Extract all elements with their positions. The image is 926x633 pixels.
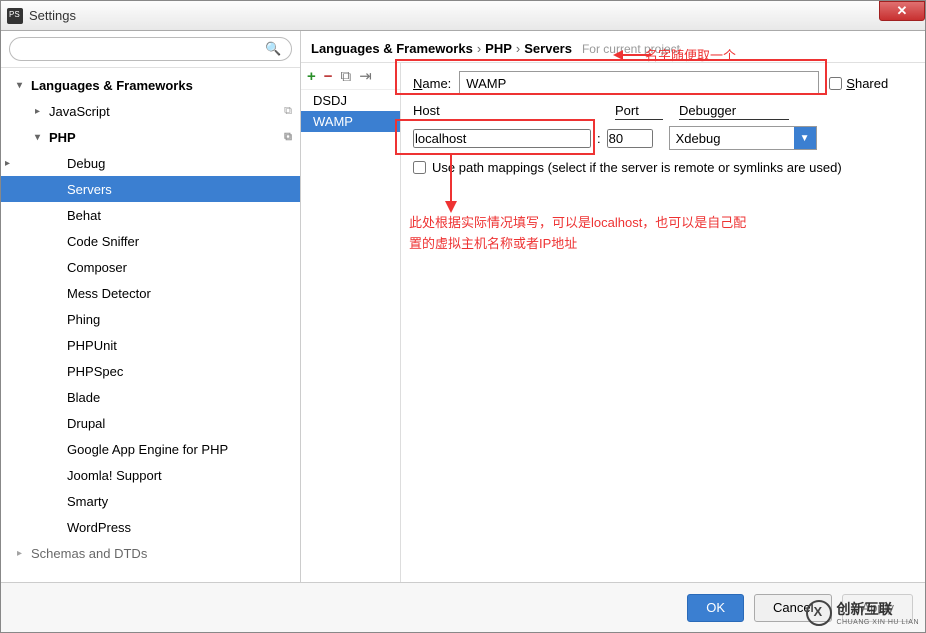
tree-label: Smarty [67,494,108,509]
tree-item[interactable]: Smarty [1,488,300,514]
name-row: Name: Shared [413,71,913,95]
search-icon: 🔍 [265,41,281,57]
chevron-right-icon: ▸ [35,106,45,117]
breadcrumb: Languages & Frameworks › PHP › Servers F… [301,31,925,62]
copy-icon: ⧉ [284,131,292,144]
tree-label: Servers [67,182,112,197]
tree-label: Blade [67,390,100,405]
name-input[interactable] [459,71,819,95]
shared-label: Shared [846,76,888,91]
tree-item[interactable]: Phing [1,306,300,332]
tree-label: Languages & Frameworks [31,78,193,93]
main-area: 🔍 ▾ Languages & Frameworks ▸JavaScript⧉▾… [1,31,925,582]
tree-item[interactable]: Mess Detector [1,280,300,306]
app-icon [7,8,23,24]
breadcrumb-part: Languages & Frameworks [311,41,473,56]
chevron-right-icon: ▸ [5,158,15,169]
tree-label: Phing [67,312,100,327]
import-server-button[interactable]: ⇥ [359,67,372,85]
window-title: Settings [29,8,76,23]
server-list[interactable]: DSDJWAMP [301,90,400,582]
field-row: : Xdebug ▼ [413,126,913,150]
tree-label: Drupal [67,416,105,431]
tree-label: Behat [67,208,101,223]
settings-tree[interactable]: ▾ Languages & Frameworks ▸ JavaScript ⧉ ▾ PH… [1,68,300,582]
content: + − ⧉ ⇥ DSDJWAMP Name: Shared [301,62,925,582]
annotation-body: 此处根据实际情况填写，可以是localhost，也可以是自己配 置的虚拟主机名称… [409,213,889,255]
colon: : [597,131,601,146]
breadcrumb-part: Servers [524,41,572,56]
tree-item[interactable]: Drupal [1,410,300,436]
chevron-down-icon: ▾ [35,132,45,143]
tree-item[interactable]: Code Sniffer [1,228,300,254]
tree-item[interactable]: PHPUnit [1,332,300,358]
tree-label: Joomla! Support [67,468,162,483]
tree-label: PHP [49,130,76,145]
remove-server-button[interactable]: − [324,68,333,85]
server-item[interactable]: DSDJ [301,90,400,111]
search-row: 🔍 [1,31,300,68]
tree-item[interactable]: Joomla! Support [1,462,300,488]
copy-server-button[interactable]: ⧉ [341,68,352,85]
add-server-button[interactable]: + [307,68,316,85]
tree-schemas[interactable]: ▸ Schemas and DTDs [1,540,300,566]
shared-group: Shared [829,76,896,91]
chevron-down-icon: ▾ [17,80,27,91]
debugger-value: Xdebug [676,131,721,146]
tree-item[interactable]: Servers [1,176,300,202]
tree-item[interactable]: ▸ JavaScript ⧉ [1,98,300,124]
tree-label: WordPress [67,520,131,535]
tree-item[interactable]: Composer [1,254,300,280]
tree-label: Code Sniffer [67,234,139,249]
server-item[interactable]: WAMP [301,111,400,132]
mapping-row: Use path mappings (select if the server … [413,160,913,175]
server-column: + − ⧉ ⇥ DSDJWAMP [301,63,401,582]
host-header: Host [413,103,595,120]
right-panel: Languages & Frameworks › PHP › Servers F… [301,31,925,582]
chevron-down-icon: ▼ [794,127,816,149]
tree-item[interactable]: Google App Engine for PHP [1,436,300,462]
server-form: Name: Shared Host Port Debugger : [401,63,925,582]
debugger-select[interactable]: Xdebug ▼ [669,126,817,150]
name-label: Name: [413,76,451,91]
tree-item[interactable]: Blade [1,384,300,410]
tree-label: Google App Engine for PHP [67,442,228,457]
project-hint: For current project [582,42,680,56]
tree-label: Composer [67,260,127,275]
chevron-right-icon: › [477,41,481,56]
search-input[interactable] [9,37,292,61]
path-mapping-label: Use path mappings (select if the server … [432,160,842,175]
copy-icon: ⧉ [284,105,292,118]
chevron-right-icon: › [516,41,520,56]
port-header: Port [615,103,663,120]
tree-label: PHPSpec [67,364,123,379]
tree-label: JavaScript [49,104,110,119]
server-toolbar: + − ⧉ ⇥ [301,63,400,90]
footer: OK Cancel Apply 创新互联 CHUANG XIN HU LIAN [1,582,925,632]
titlebar: Settings ✕ [1,1,925,31]
apply-button[interactable]: Apply [842,594,913,622]
tree-root[interactable]: ▾ Languages & Frameworks [1,72,300,98]
tree-item[interactable]: ▸ Debug [1,150,300,176]
close-button[interactable]: ✕ [879,1,925,21]
tree-item[interactable]: WordPress [1,514,300,540]
tree-item[interactable]: ▾ PHP ⧉ [1,124,300,150]
field-headers: Host Port Debugger [413,103,913,120]
ok-button[interactable]: OK [687,594,744,622]
tree-label: Debug [67,156,105,171]
left-panel: 🔍 ▾ Languages & Frameworks ▸JavaScript⧉▾… [1,31,301,582]
chevron-right-icon: ▸ [17,548,27,559]
path-mapping-checkbox[interactable] [413,161,426,174]
shared-checkbox[interactable] [829,77,842,90]
tree-label: PHPUnit [67,338,117,353]
debugger-header: Debugger [679,103,789,120]
tree-item[interactable]: Behat [1,202,300,228]
breadcrumb-part: PHP [485,41,512,56]
tree-label: Schemas and DTDs [31,546,147,561]
host-input[interactable] [413,129,591,148]
tree-item[interactable]: PHPSpec [1,358,300,384]
cancel-button[interactable]: Cancel [754,594,832,622]
port-input[interactable] [607,129,653,148]
tree-label: Mess Detector [67,286,151,301]
